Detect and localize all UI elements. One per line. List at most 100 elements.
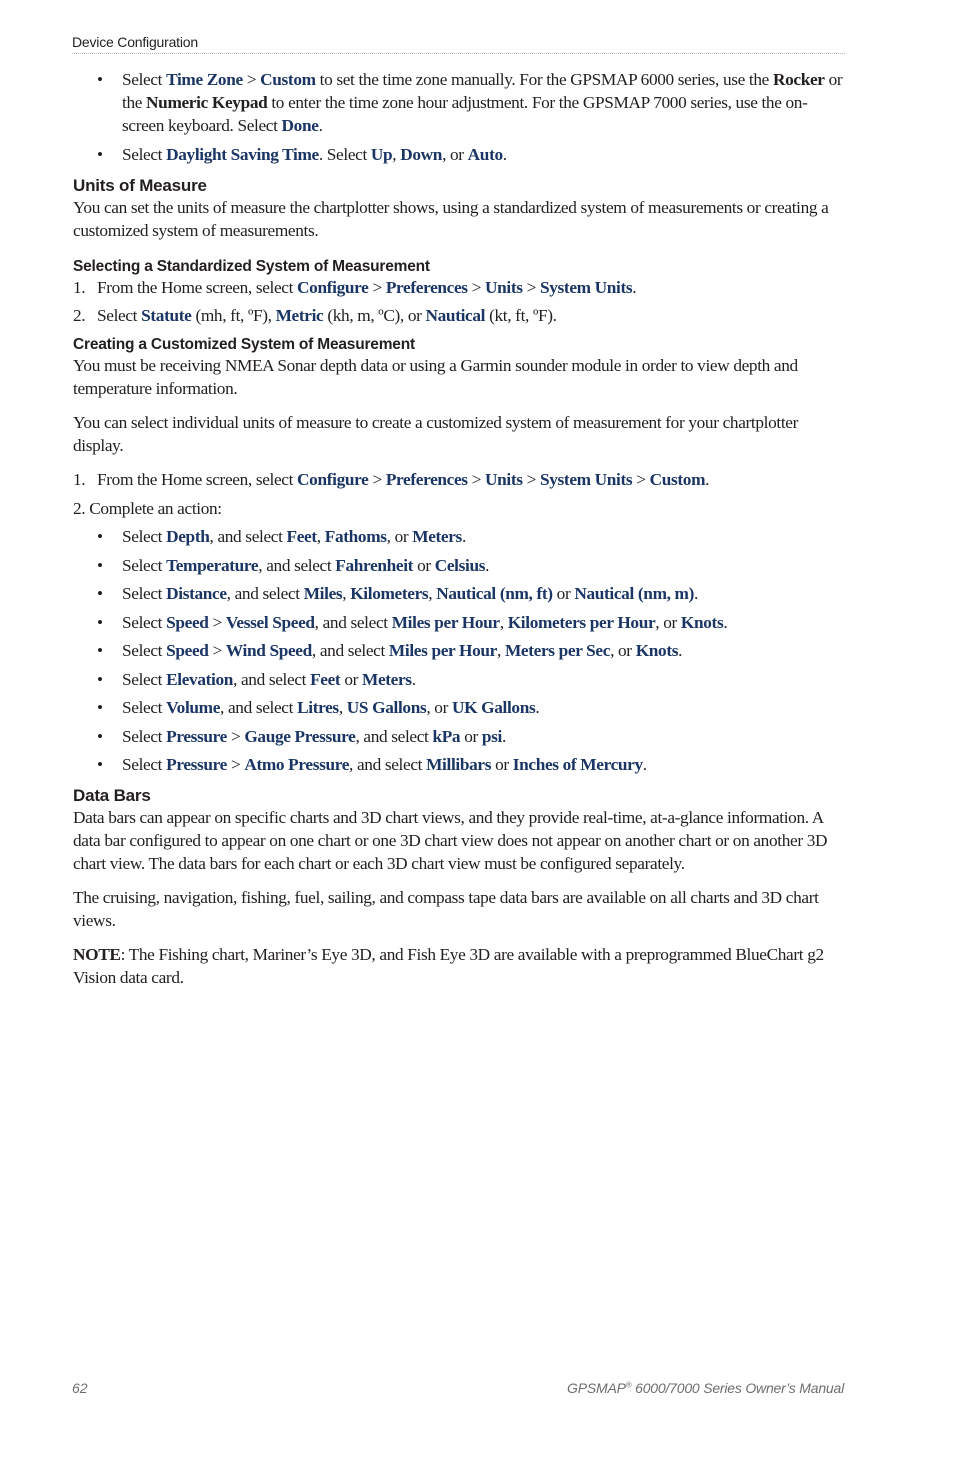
menu-term: Statute: [141, 306, 192, 325]
custom-step-2: 2. Complete an action:: [73, 498, 222, 518]
custom-para-2: You can select individual units of measu…: [73, 413, 799, 455]
menu-term: Units: [485, 277, 523, 297]
menu-term: Pressure: [166, 755, 227, 774]
section-heading-data-bars: Data Bars: [73, 786, 151, 805]
running-head: Device Configuration: [72, 34, 198, 50]
menu-term: Configure: [297, 277, 369, 297]
subheading-customized: Creating a Customized System of Measurem…: [73, 336, 415, 353]
menu-term: Down: [400, 144, 443, 164]
data-bars-note: NOTE: The Fishing chart, Mariner’s Eye 3…: [73, 943, 848, 989]
menu-term: Daylight Saving Time: [166, 144, 319, 164]
menu-term: Miles: [303, 584, 343, 603]
menu-term: Custom: [649, 470, 706, 489]
menu-term: Distance: [166, 584, 227, 603]
list-item: Select Temperature, and select Fahrenhei…: [97, 554, 848, 577]
menu-term: Inches of Mercury: [512, 755, 643, 774]
menu-term: Miles per Hour: [391, 612, 500, 632]
list-item: Select Time Zone > Custom to set the tim…: [97, 68, 848, 137]
menu-term: psi: [481, 726, 502, 746]
menu-term: Preferences: [385, 470, 468, 489]
manual-title: GPSMAP® 6000/7000 Series Owner’s Manual: [567, 1380, 844, 1396]
step-number: 1.: [73, 277, 86, 297]
menu-term: Gauge Pressure: [244, 726, 356, 746]
menu-term: Meters: [412, 527, 462, 546]
menu-term: Meters: [361, 669, 412, 689]
custom-units-bullet-list: Select Depth, and select Feet, Fathoms, …: [73, 525, 848, 776]
data-bars-para-1: Data bars can appear on specific charts …: [73, 808, 828, 873]
custom-para-1: You must be receiving NMEA Sonar depth d…: [73, 356, 798, 398]
header-rule: [72, 53, 845, 54]
menu-term: Preferences: [385, 277, 468, 297]
menu-term: kPa: [432, 726, 461, 746]
menu-term: Speed: [166, 641, 209, 660]
step-number: 1.: [73, 470, 86, 489]
menu-term: Nautical (nm, m): [574, 584, 695, 603]
list-item: Select Daylight Saving Time. Select Up, …: [97, 143, 848, 166]
menu-term: UK Gallons: [451, 698, 536, 717]
menu-term: Pressure: [166, 726, 227, 746]
menu-term: Knots: [635, 641, 679, 660]
menu-term: Configure: [297, 470, 369, 489]
menu-term: Millibars: [426, 755, 492, 774]
menu-term: Meters per Sec: [504, 641, 611, 660]
menu-term: Kilometers: [350, 584, 429, 603]
menu-term: Depth: [166, 527, 210, 546]
menu-term: Miles per Hour: [388, 641, 497, 660]
menu-term: Kilometers per Hour: [507, 612, 656, 632]
menu-term: Custom: [260, 70, 316, 89]
menu-term: Temperature: [166, 555, 259, 575]
step-text: Select Statute (mh, ft, ºF), Metric (kh,…: [97, 306, 557, 325]
menu-term: Litres: [297, 698, 339, 717]
menu-term: Speed: [166, 612, 209, 632]
menu-term: Units: [485, 470, 523, 489]
key-name: Numeric Keypad: [146, 93, 268, 112]
menu-term: Fahrenheit: [335, 555, 414, 575]
standard-step-1: 1. From the Home screen, select Configure…: [73, 276, 848, 299]
list-item: Select Speed > Wind Speed, and select Mi…: [97, 639, 848, 662]
note-text: : The Fishing chart, Mariner’s Eye 3D, a…: [73, 945, 824, 987]
menu-term: Atmo Pressure: [244, 755, 350, 774]
menu-term: Volume: [166, 698, 221, 717]
list-item: Select Speed > Vessel Speed, and select …: [97, 611, 848, 634]
menu-term: Done: [281, 116, 319, 135]
step-number: 2.: [73, 306, 86, 325]
key-name: Rocker: [772, 70, 825, 89]
menu-term: Elevation: [166, 669, 234, 689]
menu-term: Metric: [275, 306, 324, 325]
time-zone-bullet-list: Select Time Zone > Custom to set the tim…: [73, 68, 848, 166]
manual-title-suffix: 6000/7000 Series Owner’s Manual: [631, 1380, 844, 1396]
section-heading-units: Units of Measure: [73, 175, 207, 195]
list-item: Select Distance, and select Miles, Kilom…: [97, 582, 848, 605]
menu-term: Feet: [286, 527, 318, 546]
data-bars-para-2: The cruising, navigation, fishing, fuel,…: [73, 888, 819, 930]
list-item: Select Elevation, and select Feet or Met…: [97, 668, 848, 691]
page-content: Select Time Zone > Custom to set the tim…: [73, 68, 848, 1000]
list-item: Select Depth, and select Feet, Fathoms, …: [97, 525, 848, 548]
step-text: From the Home screen, select Configure >…: [97, 277, 637, 297]
list-item: Select Volume, and select Litres, US Gal…: [97, 696, 848, 719]
note-label: NOTE: [73, 945, 121, 964]
units-intro: You can set the units of measure the cha…: [73, 197, 829, 240]
custom-step-1: 1. From the Home screen, select Configure…: [73, 468, 848, 491]
list-item: Select Pressure > Gauge Pressure, and se…: [97, 725, 848, 748]
menu-term: Up: [370, 144, 393, 164]
menu-term: US Gallons: [346, 698, 427, 717]
menu-term: Nautical: [425, 306, 486, 325]
subheading-standardized: Selecting a Standardized System of Measu…: [73, 257, 430, 275]
menu-term: System Units: [540, 470, 633, 489]
menu-term: Fathoms: [324, 527, 387, 546]
menu-term: Celsius: [434, 555, 486, 575]
menu-term: Time Zone: [166, 70, 243, 89]
menu-term: Knots: [680, 612, 724, 632]
manual-title-prefix: GPSMAP: [567, 1380, 626, 1396]
step-text: From the Home screen, select Configure >…: [97, 470, 710, 489]
list-item: Select Pressure > Atmo Pressure, and sel…: [97, 753, 848, 776]
menu-term: Nautical (nm, ft): [436, 584, 553, 603]
menu-term: System Units: [540, 277, 633, 297]
menu-term: Feet: [310, 669, 341, 689]
menu-term: Auto: [467, 144, 503, 164]
page-number: 62: [72, 1380, 88, 1396]
menu-term: Wind Speed: [225, 641, 312, 660]
menu-term: Vessel Speed: [225, 612, 315, 632]
standard-step-2: 2. Select Statute (mh, ft, ºF), Metric (k…: [73, 304, 848, 327]
